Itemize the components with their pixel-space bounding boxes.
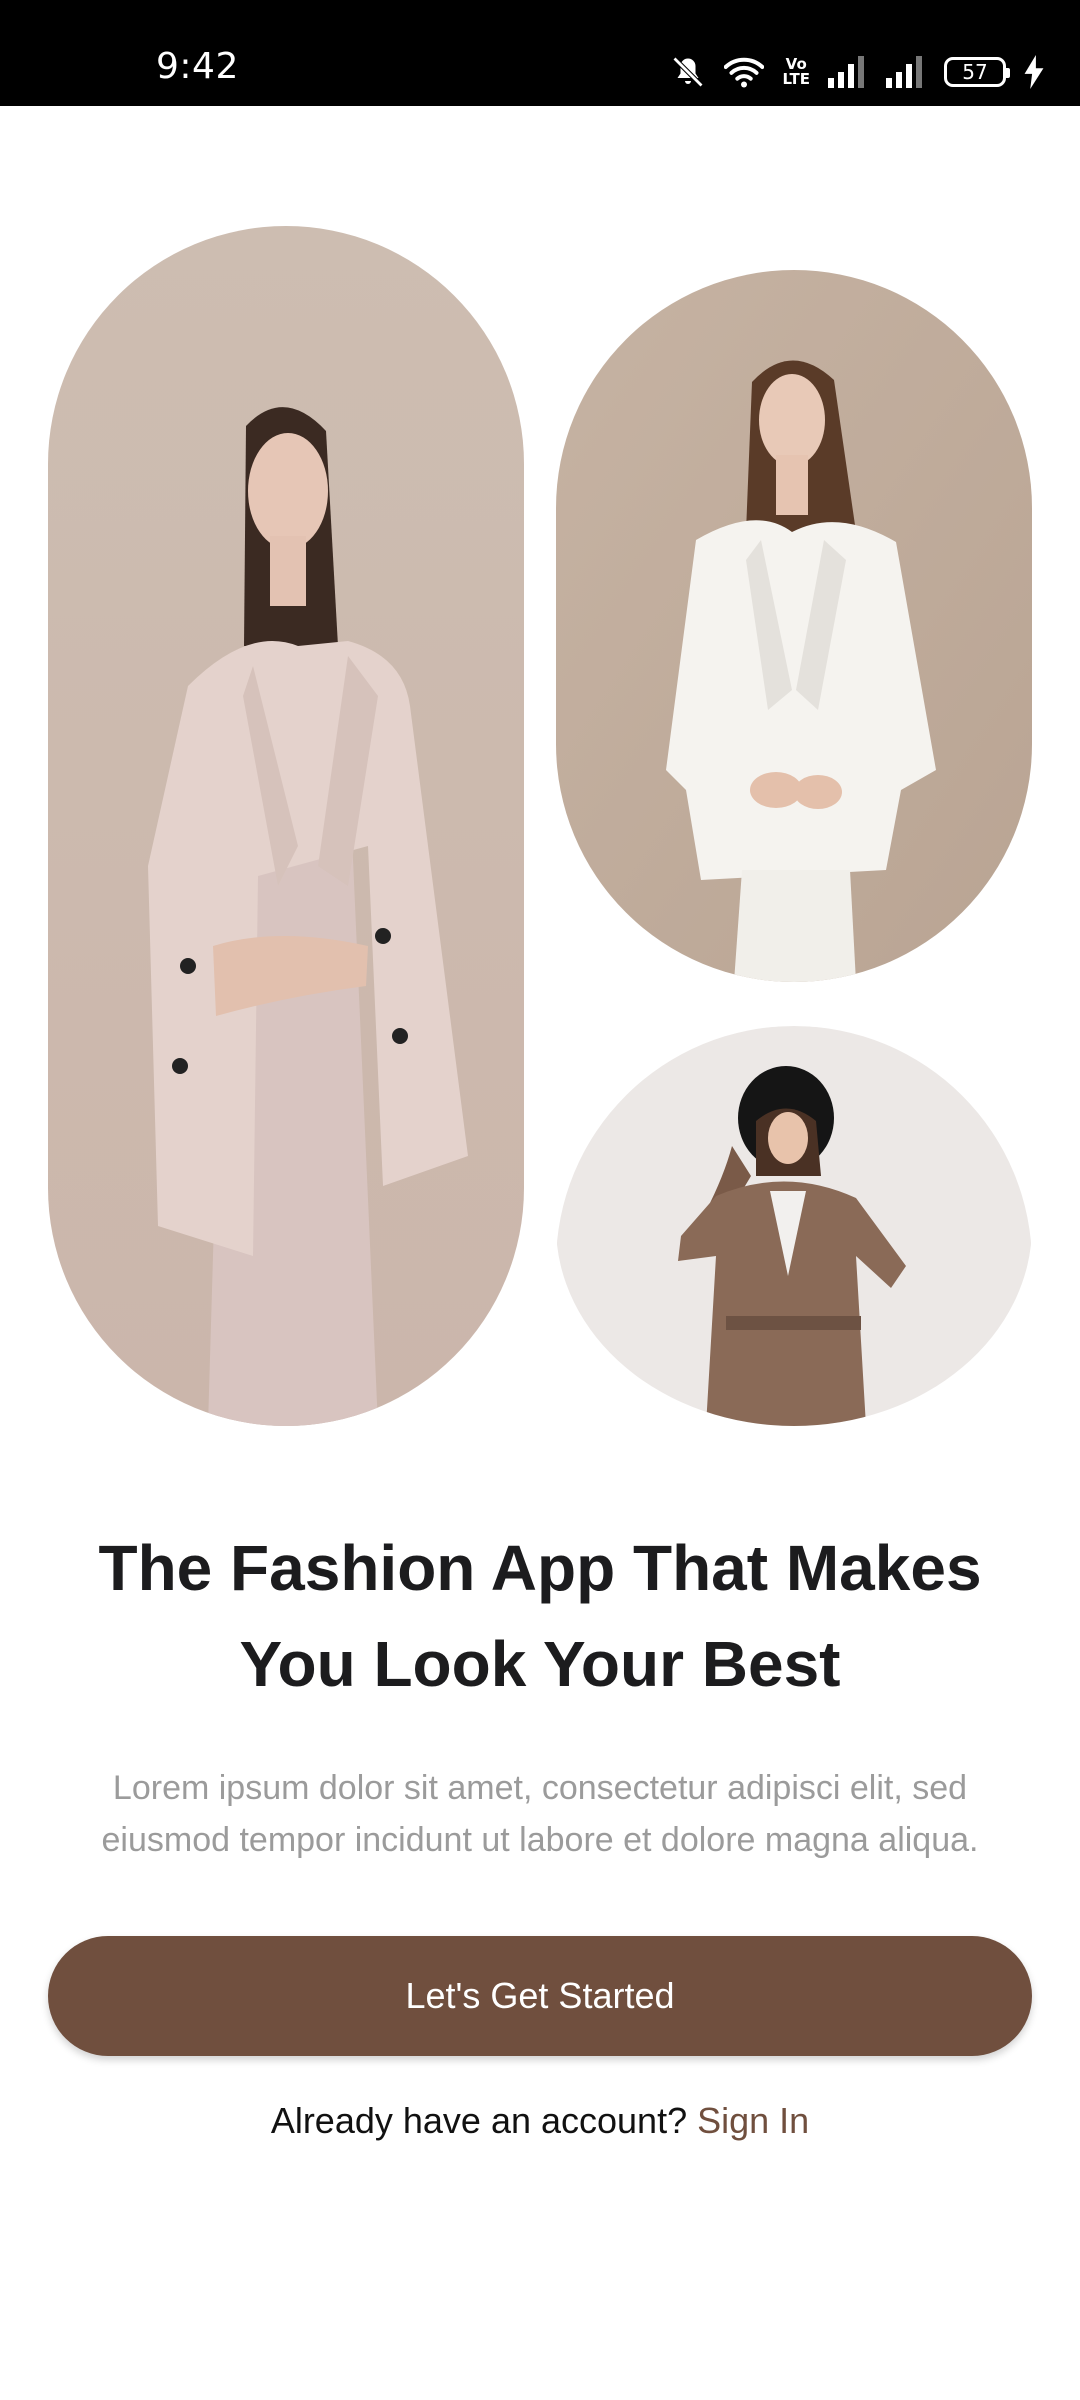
signin-prompt: Already have an account? [270, 2100, 698, 2141]
onboarding-screen: 9:42 Vo LTE 57 The Fashion App That Make… [0, 0, 1080, 2400]
status-icons: Vo LTE 57 [670, 50, 1044, 94]
signal-icon [886, 56, 926, 88]
sign-in-link[interactable]: Sign In [697, 2100, 809, 2141]
battery-icon: 57 [944, 57, 1010, 87]
status-time: 9:42 [156, 46, 239, 87]
model-in-white-suit-photo [556, 270, 1032, 982]
wifi-icon [724, 55, 765, 89]
mute-bell-icon [670, 54, 706, 90]
signin-row: Already have an account? Sign In [0, 2100, 1080, 2142]
get-started-button[interactable]: Let's Get Started [48, 1936, 1032, 2056]
status-bar: 9:42 Vo LTE 57 [0, 0, 1080, 106]
description-text: Lorem ipsum dolor sit amet, consectetur … [101, 1769, 979, 1859]
volte-icon: Vo LTE [782, 55, 810, 88]
charging-icon [1024, 55, 1044, 89]
model-in-leather-trench-photo [556, 1026, 1032, 1426]
signal-icon [828, 56, 868, 88]
model-in-blush-blazer-photo [48, 226, 524, 1426]
page-title: The Fashion App That Makes You Look Your… [98, 1532, 982, 1700]
